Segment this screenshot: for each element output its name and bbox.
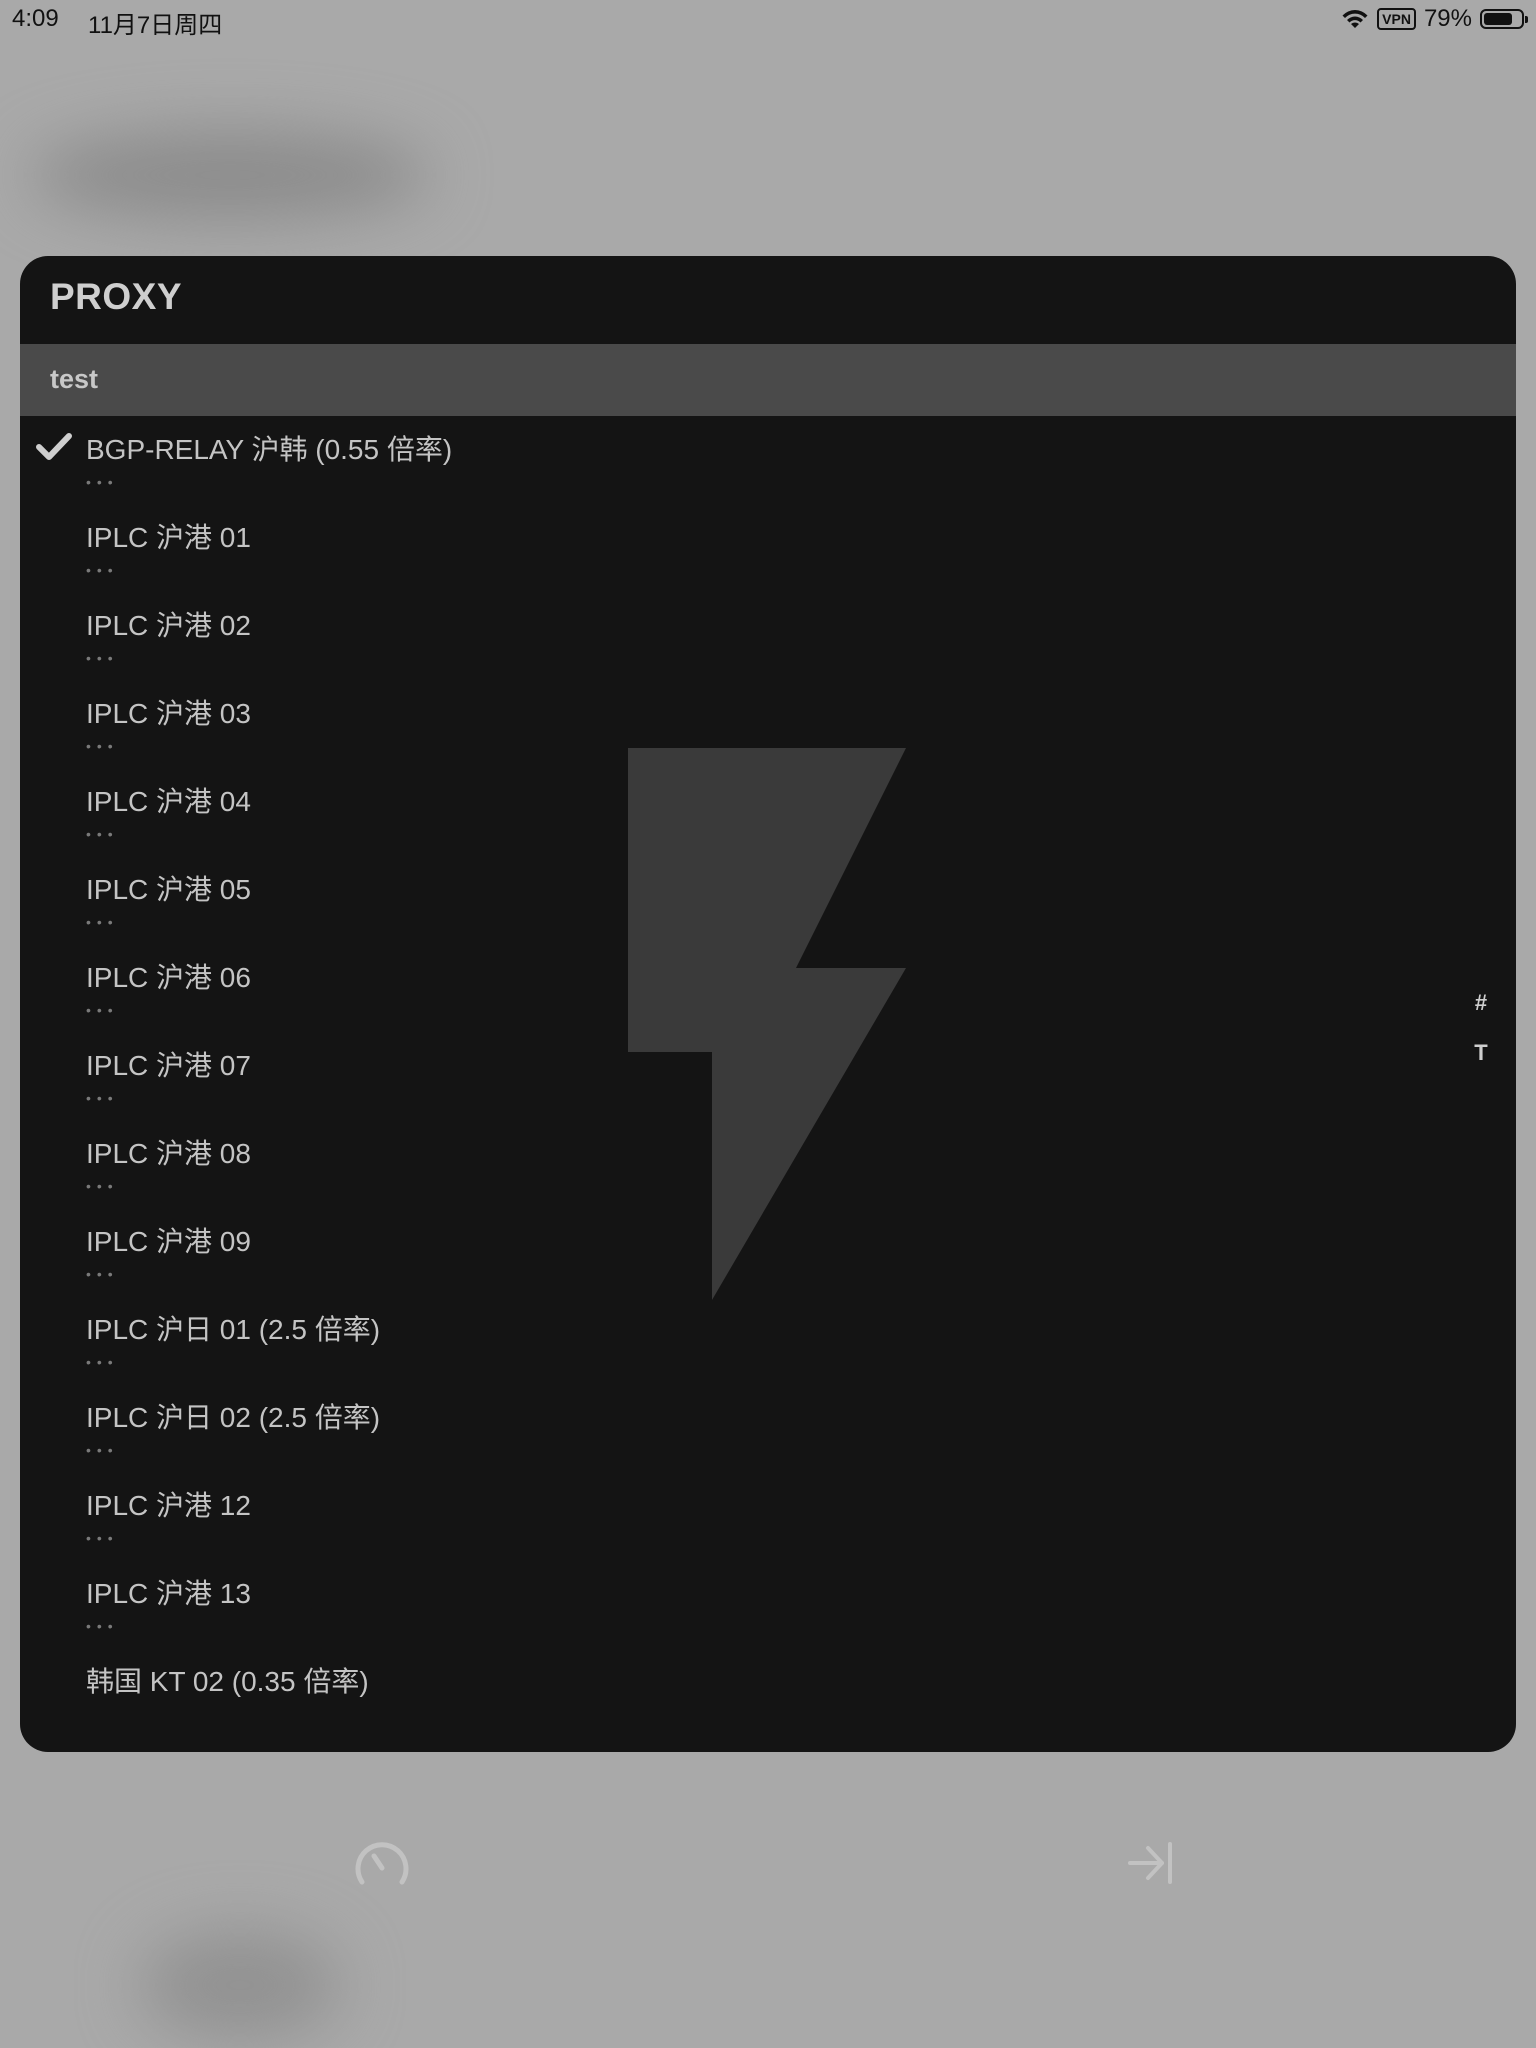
vpn-badge: VPN — [1377, 8, 1416, 30]
proxy-name: IPLC 沪日 01 (2.5 倍率) — [86, 1314, 381, 1345]
proxy-name: IPLC 沪港 04 — [86, 786, 251, 817]
index-letter[interactable]: # — [1466, 978, 1496, 1028]
proxy-item[interactable]: IPLC 沪港 13 ••• — [20, 1560, 1516, 1648]
proxy-item[interactable]: IPLC 沪港 09 ••• — [20, 1208, 1516, 1296]
status-time: 4:09 — [12, 5, 59, 32]
speedometer-icon[interactable] — [354, 1838, 410, 1888]
status-indicators: VPN 79% — [1341, 5, 1528, 33]
proxy-name: IPLC 沪港 06 — [86, 962, 251, 993]
proxy-name: IPLC 沪港 09 — [86, 1226, 251, 1257]
proxy-name: IPLC 沪港 12 — [86, 1490, 251, 1521]
proxy-item[interactable]: IPLC 沪港 12 ••• — [20, 1472, 1516, 1560]
latency-placeholder: ••• — [86, 1002, 119, 1018]
proxy-name: IPLC 沪港 01 — [86, 522, 251, 553]
status-bar: 4:09 11月7日周四 VPN 79% — [0, 0, 1536, 40]
latency-placeholder: ••• — [86, 914, 119, 930]
latency-placeholder: ••• — [86, 1354, 119, 1370]
proxy-item[interactable]: 韩国 KT 02 (0.35 倍率) — [20, 1648, 1516, 1736]
proxy-item[interactable]: IPLC 沪港 04 ••• — [20, 768, 1516, 856]
proxy-item[interactable]: IPLC 沪港 01 ••• — [20, 504, 1516, 592]
proxy-list: BGP-RELAY 沪韩 (0.55 倍率) ••• IPLC 沪港 01 ••• IP… — [20, 416, 1516, 1736]
latency-placeholder: ••• — [86, 650, 119, 666]
proxy-name: 韩国 KT 02 (0.35 倍率) — [86, 1666, 369, 1697]
latency-placeholder: ••• — [86, 1530, 119, 1546]
proxy-panel: PROXY test BGP-RELAY 沪韩 (0.55 倍率) ••• IPLC… — [20, 256, 1516, 1752]
background-blur — [140, 1930, 340, 2040]
proxy-name: IPLC 沪日 02 (2.5 倍率) — [86, 1402, 381, 1433]
latency-placeholder: ••• — [86, 474, 119, 490]
battery-fill — [1484, 13, 1512, 25]
checkmark-icon — [36, 433, 72, 460]
proxy-item[interactable]: IPLC 沪港 03 ••• — [20, 680, 1516, 768]
proxy-item[interactable]: IPLC 沪日 01 (2.5 倍率) ••• — [20, 1296, 1516, 1384]
battery-icon — [1480, 9, 1528, 29]
latency-placeholder: ••• — [86, 1618, 119, 1634]
proxy-item[interactable]: IPLC 沪港 02 ••• — [20, 592, 1516, 680]
proxy-item[interactable]: IPLC 沪港 07 ••• — [20, 1032, 1516, 1120]
status-date: 11月7日周四 — [88, 12, 223, 39]
index-letter[interactable]: T — [1466, 1028, 1496, 1078]
proxy-item[interactable]: IPLC 沪日 02 (2.5 倍率) ••• — [20, 1384, 1516, 1472]
proxy-name: IPLC 沪港 07 — [86, 1050, 251, 1081]
proxy-item[interactable]: IPLC 沪港 05 ••• — [20, 856, 1516, 944]
latency-placeholder: ••• — [86, 1178, 119, 1194]
latency-placeholder: ••• — [86, 1090, 119, 1106]
latency-placeholder: ••• — [86, 738, 119, 754]
proxy-group-header[interactable]: test — [20, 344, 1516, 416]
panel-title: PROXY — [50, 276, 183, 317]
proxy-name: IPLC 沪港 13 — [86, 1578, 251, 1609]
section-index-bar[interactable]: # T — [1466, 978, 1496, 1078]
latency-placeholder: ••• — [86, 1442, 119, 1458]
proxy-name: BGP-RELAY 沪韩 (0.55 倍率) — [86, 434, 453, 465]
battery-percent: 79% — [1423, 5, 1472, 32]
latency-placeholder: ••• — [86, 562, 119, 578]
wifi-icon — [1342, 10, 1368, 28]
proxy-group-label: test — [50, 364, 99, 394]
background-blur — [30, 130, 430, 220]
latency-placeholder: ••• — [86, 1266, 119, 1282]
panel-header: PROXY — [20, 256, 1516, 344]
proxy-item[interactable]: BGP-RELAY 沪韩 (0.55 倍率) ••• — [20, 416, 1516, 504]
collapse-to-end-icon[interactable] — [1126, 1838, 1176, 1888]
proxy-item[interactable]: IPLC 沪港 06 ••• — [20, 944, 1516, 1032]
proxy-name: IPLC 沪港 08 — [86, 1138, 251, 1169]
latency-placeholder: ••• — [86, 826, 119, 842]
proxy-name: IPLC 沪港 03 — [86, 698, 251, 729]
proxy-item[interactable]: IPLC 沪港 08 ••• — [20, 1120, 1516, 1208]
proxy-name: IPLC 沪港 02 — [86, 610, 251, 641]
proxy-name: IPLC 沪港 05 — [86, 874, 251, 905]
